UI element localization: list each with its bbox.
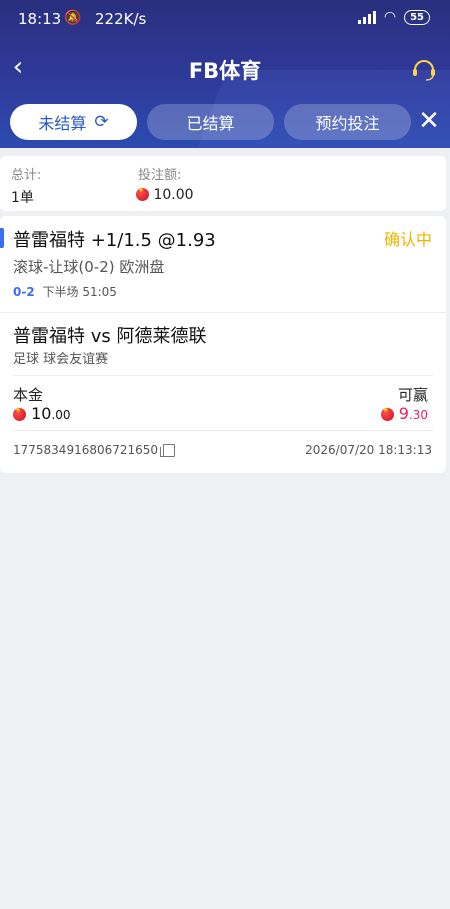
status-time: 18:13 [18,10,62,28]
bet-selection: 普雷福特 +1/1.5 @1.93 [13,230,216,251]
selection-marker [0,228,4,248]
tab-label: 已结算 [186,114,235,133]
stake-int: 10 [31,404,52,423]
live-period: 下半场 51:05 [42,285,117,299]
amount-value-wrap: 10.00 [136,186,194,203]
copy-icon[interactable] [160,443,176,457]
win-dec: .30 [408,408,428,422]
league-name: 足球 球会友谊赛 [13,352,109,367]
bet-card[interactable]: 普雷福特 +1/1.5 @1.93 确认中 滚球-让球(0-2) 欧洲盘 0-2… [0,216,446,473]
cny-flag-icon [13,406,26,421]
refresh-icon[interactable]: ⟳ [94,112,108,132]
cny-flag-icon [136,186,149,201]
bet-time: 2026/07/20 18:13:13 [305,443,432,457]
cny-flag-icon [380,406,394,421]
tab-reserved[interactable]: 预约投注 [284,104,411,140]
headset-icon[interactable] [410,55,438,83]
stake-label: 本金 [13,386,44,404]
tab-unsettled[interactable]: 未结算 ⟳ [10,104,137,140]
win-label: 可赢 [397,386,428,404]
bet-summary: 总计: 1单 投注额: 10.00 [0,156,446,211]
win-int: 9 [398,404,409,423]
order-number-text: 1775834916806721650 [13,443,159,457]
header-background: 18:13 🔕 222K/s ◠ 55 ‹ FB体育 未结算 ⟳ 已结算 预约投… [0,0,450,148]
close-icon[interactable]: ✕ [414,106,444,136]
tab-label: 预约投注 [315,114,380,133]
live-info: 0-2 下半场 51:05 [13,283,117,300]
stake-dec: .00 [51,408,71,422]
amount-label: 投注额: [138,168,182,183]
bell-muted-icon: 🔕 [64,10,82,26]
stake-value: 10.00 [13,404,71,423]
network-speed: 222K/s [95,10,147,28]
status-badge: 确认中 [383,230,432,249]
page-title: FB体育 [188,59,262,83]
wifi-icon: ◠ [383,9,397,25]
live-score: 0-2 [13,285,35,299]
tab-settled[interactable]: 已结算 [147,104,274,140]
divider [0,312,446,313]
status-bar: 18:13 🔕 222K/s ◠ 55 [0,0,450,38]
tab-label: 未结算 [38,114,87,133]
signal-icon [357,10,376,24]
order-number: 1775834916806721650 [13,443,176,457]
match-name: 普雷福特 vs 阿德莱德联 [13,326,207,347]
divider [13,375,433,376]
amount-value: 10.00 [153,187,194,203]
total-label: 总计: [11,168,42,183]
bet-market: 滚球-让球(0-2) 欧洲盘 [13,258,165,276]
divider [13,430,433,431]
status-icons: ◠ 55 [357,9,430,25]
win-value: 9.30 [380,404,428,423]
nav-bar: ‹ FB体育 [0,45,450,93]
battery-icon: 55 [404,9,430,25]
total-value: 1单 [11,190,34,206]
